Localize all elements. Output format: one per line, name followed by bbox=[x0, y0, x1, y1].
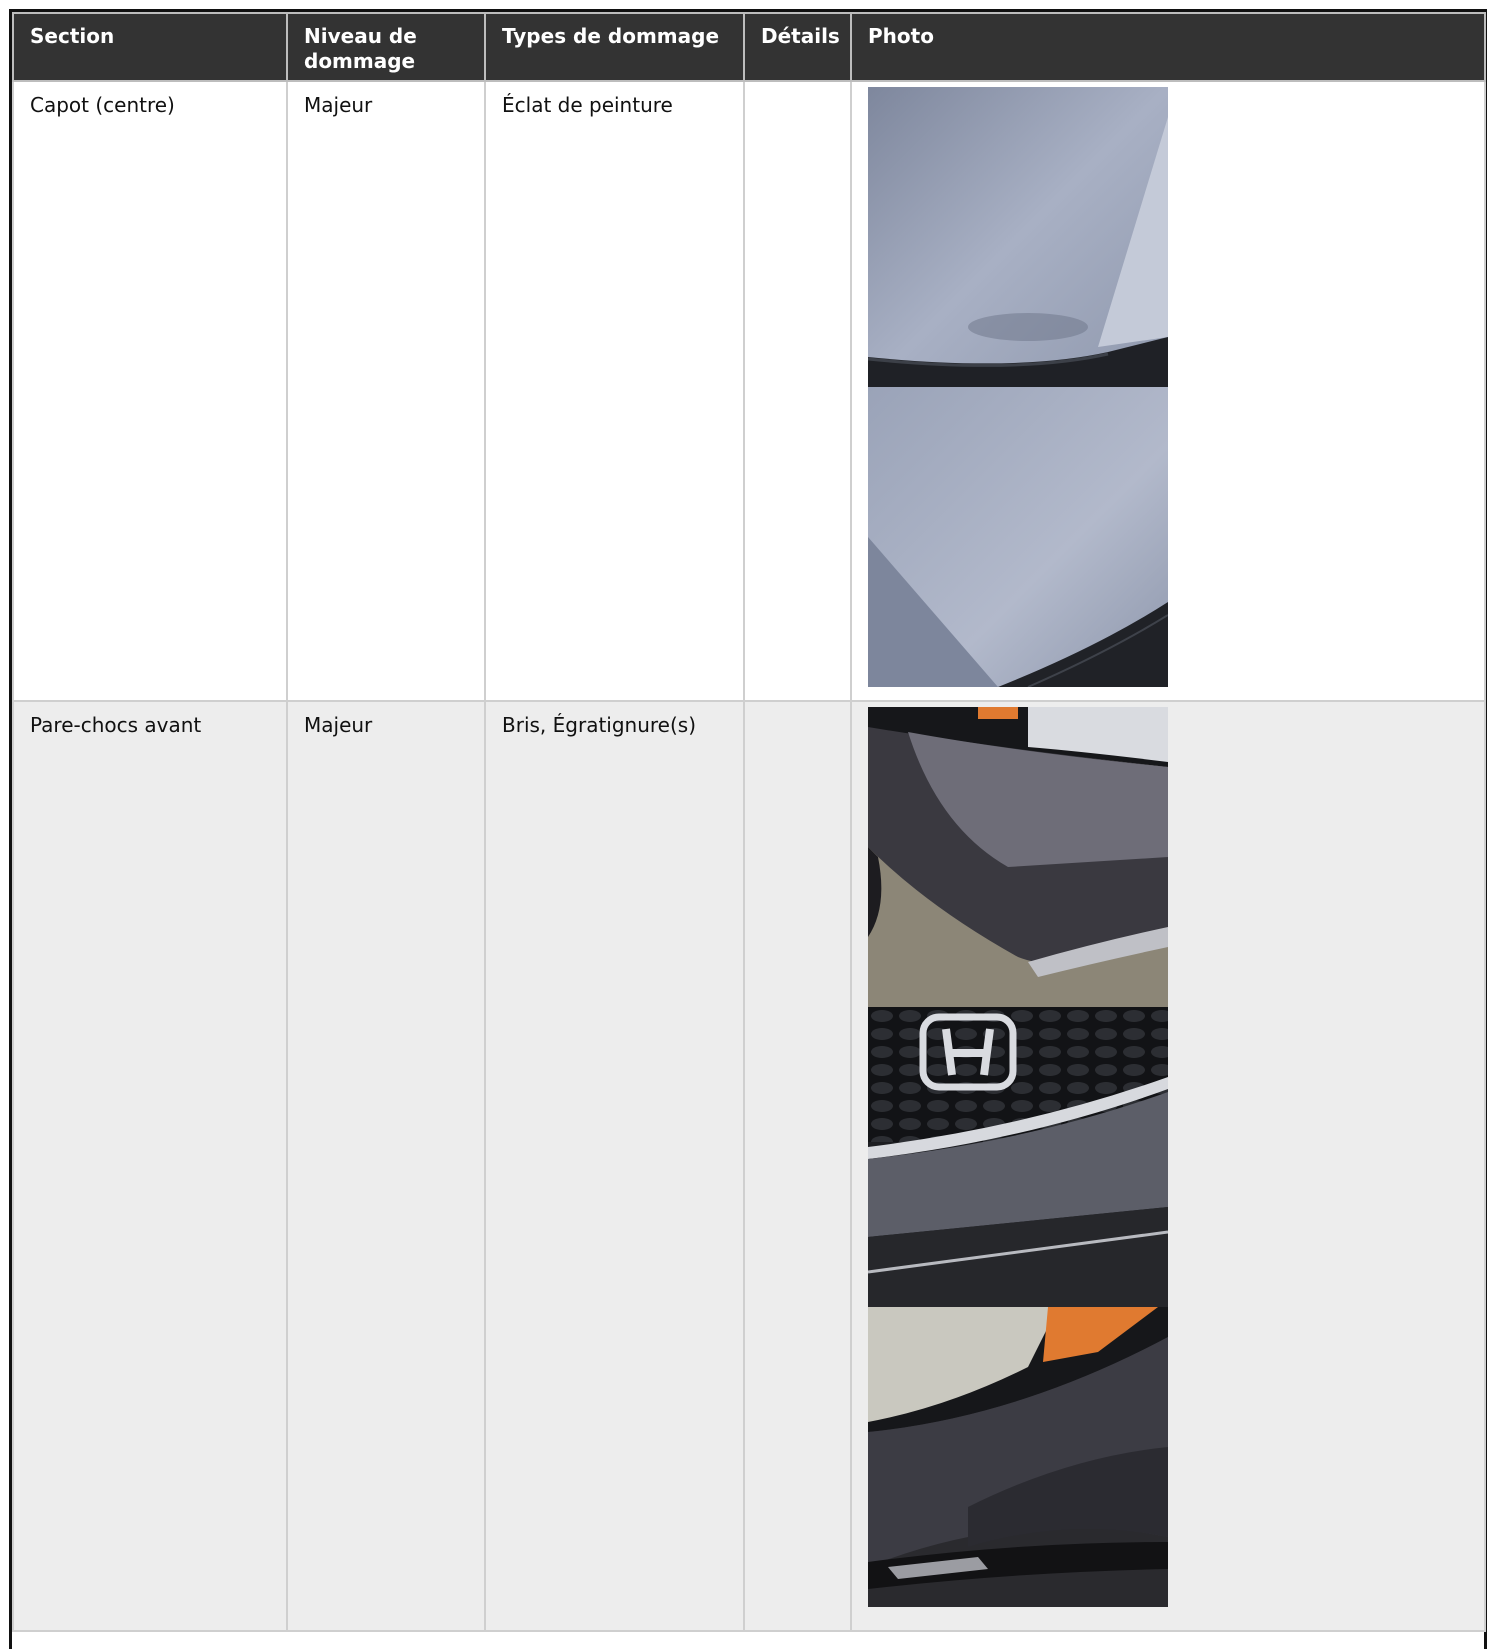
cell-damage-level: Majeur bbox=[286, 700, 486, 1632]
cell-section: Pare-chocs avant bbox=[12, 700, 288, 1632]
cell-damage-types: Éclat de peinture bbox=[484, 80, 745, 702]
table-header-row: Section Niveau de dommage Types de domma… bbox=[12, 12, 1486, 82]
grille-logo-photo[interactable] bbox=[868, 1007, 1168, 1307]
header-photo: Photo bbox=[850, 12, 1486, 82]
cell-photos bbox=[850, 700, 1486, 1632]
cell-damage-level: Majeur bbox=[286, 80, 486, 702]
cell-details bbox=[743, 80, 852, 702]
header-damage-level: Niveau de dommage bbox=[286, 12, 486, 82]
hood-photo[interactable] bbox=[868, 387, 1168, 687]
header-details: Détails bbox=[743, 12, 852, 82]
table-row: Pare-chocs avant Majeur Bris, Égratignur… bbox=[12, 700, 1486, 1632]
table-row: Capot (centre) Majeur Éclat de peinture bbox=[12, 80, 1486, 702]
cell-details bbox=[743, 700, 852, 1632]
bumper-corner-photo[interactable] bbox=[868, 707, 1168, 1007]
header-section: Section bbox=[12, 12, 288, 82]
header-damage-types: Types de dommage bbox=[484, 12, 745, 82]
damage-report-table: Section Niveau de dommage Types de domma… bbox=[12, 12, 1486, 1632]
cell-photos bbox=[850, 80, 1486, 702]
cell-section: Capot (centre) bbox=[12, 80, 288, 702]
hood-photo[interactable] bbox=[868, 87, 1168, 387]
headlight-bumper-photo[interactable] bbox=[868, 1307, 1168, 1607]
cell-damage-types: Bris, Égratignure(s) bbox=[484, 700, 745, 1632]
